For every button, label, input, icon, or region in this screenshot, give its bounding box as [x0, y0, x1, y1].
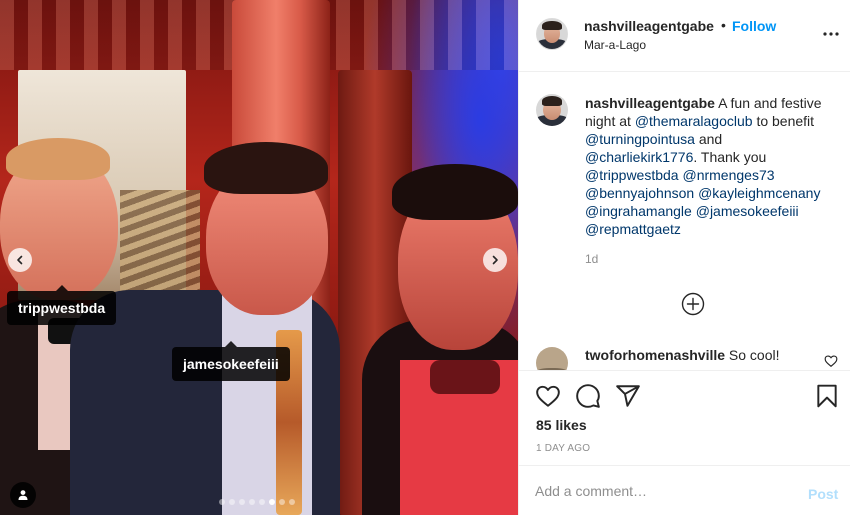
like-button[interactable] [535, 383, 561, 409]
comments-list: nashvilleagentgabe A fun and festive nig… [519, 72, 850, 370]
load-more-comments-button[interactable] [681, 292, 705, 316]
previous-photo-button[interactable] [8, 248, 32, 272]
post-actions: 85 likes 1 DAY AGO [519, 370, 850, 464]
more-horizontal-icon [823, 32, 839, 36]
post-header: nashvilleagentgabe • Follow Mar-a-Lago [519, 0, 850, 72]
comment-text: So cool! [725, 347, 780, 363]
mention-link[interactable]: @trippwestbda [585, 167, 679, 183]
heart-icon [824, 355, 838, 367]
post-caption: nashvilleagentgabe A fun and festive nig… [585, 94, 835, 238]
user-tag[interactable]: jamesokeefeiii [172, 341, 290, 381]
paper-plane-icon [616, 385, 640, 407]
caption-username[interactable]: nashvilleagentgabe [585, 95, 715, 111]
chevron-left-icon [17, 255, 23, 265]
post-details-panel: nashvilleagentgabe • Follow Mar-a-Lago n… [518, 0, 850, 515]
post-photo[interactable]: trippwestbda jamesokeefeiii [0, 0, 518, 515]
carousel-dot [239, 499, 245, 505]
mention-link[interactable]: @charliekirk1776 [585, 149, 693, 165]
plus-circle-icon [681, 292, 705, 316]
tagged-users-button[interactable] [10, 482, 36, 508]
person-icon [18, 490, 28, 500]
caption-text: . Thank you [693, 149, 767, 165]
post-date[interactable]: 1 DAY AGO [536, 443, 590, 454]
chevron-right-icon [492, 255, 498, 265]
comment-bubble-icon [576, 384, 600, 408]
comment-input[interactable] [535, 480, 795, 502]
mention-link[interactable]: @themaralagoclub [635, 113, 753, 129]
heart-icon [536, 385, 560, 407]
share-button[interactable] [615, 383, 641, 409]
post-author-username[interactable]: nashvilleagentgabe [584, 18, 714, 34]
comment-username[interactable]: twoforhomenashville [585, 347, 725, 363]
carousel-dot [269, 499, 275, 505]
separator-dot: • [721, 17, 726, 33]
likes-count[interactable]: 85 likes [536, 417, 587, 433]
mention-link[interactable]: @nrmenges73 [682, 167, 774, 183]
location-link[interactable]: Mar-a-Lago [584, 38, 646, 52]
carousel-dot [249, 499, 255, 505]
carousel-dot [219, 499, 225, 505]
carousel-dot [289, 499, 295, 505]
comment-form: Post [519, 465, 850, 515]
comment-like-button[interactable] [824, 354, 838, 368]
avatar[interactable] [536, 94, 568, 126]
comment-button[interactable] [575, 383, 601, 409]
mention-link[interactable]: @bennyajohnson [585, 185, 694, 201]
caption-timestamp: 1d [585, 252, 599, 266]
mention-link[interactable]: @ingrahamangle [585, 203, 692, 219]
avatar[interactable] [536, 347, 568, 370]
avatar[interactable] [536, 18, 568, 50]
carousel-dot [259, 499, 265, 505]
carousel-dot [229, 499, 235, 505]
caption-text: to benefit [752, 113, 815, 129]
next-photo-button[interactable] [483, 248, 507, 272]
carousel-dot [279, 499, 285, 505]
save-button[interactable] [814, 383, 840, 409]
caption-text: and [694, 131, 723, 147]
bookmark-icon [817, 384, 837, 408]
carousel-indicator [219, 499, 295, 505]
mention-link[interactable]: @jamesokeefeiii [696, 203, 799, 219]
comment: twoforhomenashville So cool! [585, 347, 780, 363]
mention-link[interactable]: @repmattgaetz [585, 221, 681, 237]
post-viewer: trippwestbda jamesokeefeiii nashvilleage… [0, 0, 850, 515]
user-tag[interactable]: trippwestbda [7, 285, 117, 325]
post-comment-button[interactable]: Post [808, 486, 838, 502]
mention-link[interactable]: @kayleighmcenany [698, 185, 820, 201]
more-options-button[interactable] [819, 24, 843, 44]
mention-link[interactable]: @turningpointusa [585, 131, 695, 147]
follow-button[interactable]: Follow [732, 18, 776, 34]
